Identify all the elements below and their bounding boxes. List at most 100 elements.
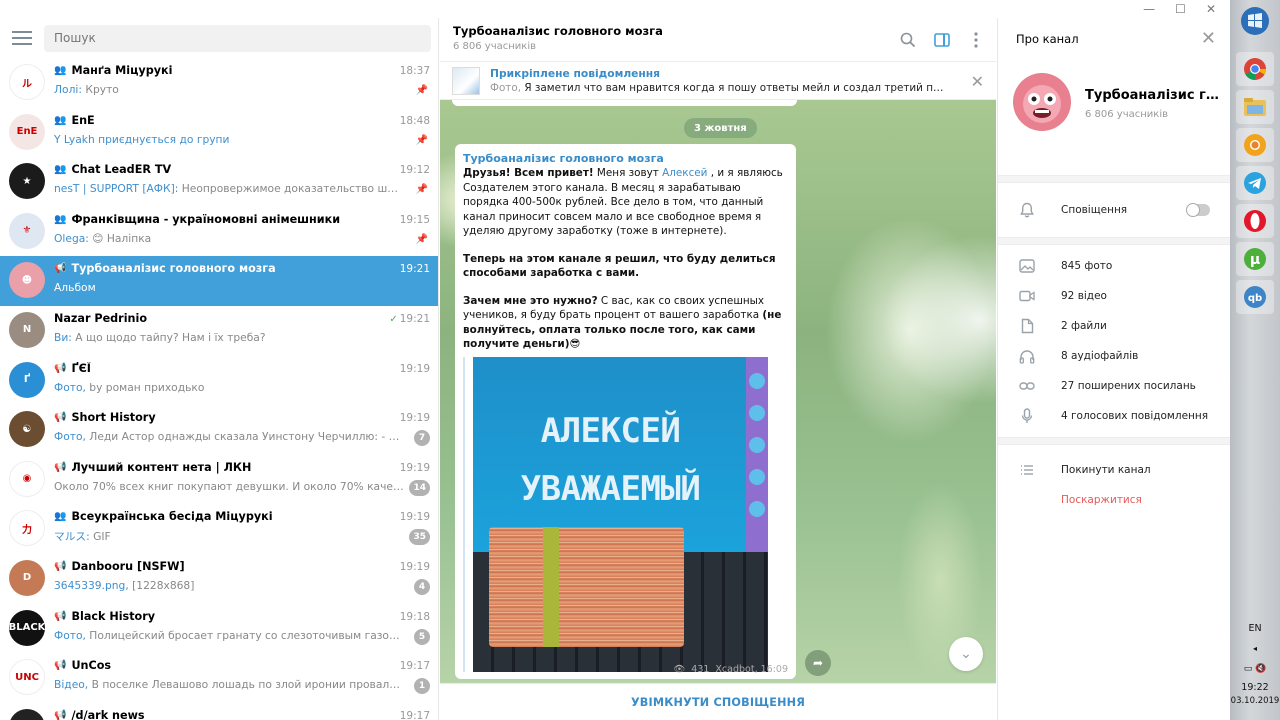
chat-list-item[interactable]: ル 👥 Манґа Міцурукі 18:37 Лолі: Круто 📌 <box>0 58 438 108</box>
message-author[interactable]: Турбоаналізис головного мозга <box>463 152 788 165</box>
chat-title: Всеукраїнська бесіда Міцурукі <box>71 510 273 524</box>
preview-sender: 3645339.png, <box>54 578 129 592</box>
opera-icon[interactable] <box>1236 204 1274 238</box>
chat-title: Манґа Міцурукі <box>71 64 173 77</box>
chat-title: Black History <box>71 609 156 623</box>
shared-photos-row[interactable]: 845 фото <box>998 251 1230 281</box>
clock-date[interactable]: 03.10.2019 <box>1230 696 1280 706</box>
shared-files-row[interactable]: 2 файли <box>998 311 1230 341</box>
chat-list-item[interactable]: EnE 👥 EnE 18:48 Y Lyakh приєднується до груп… <box>0 108 438 158</box>
message-footer: 👁 431 Xcadbot, 16:09 <box>673 664 788 675</box>
chrome-canary-icon[interactable] <box>1236 128 1274 162</box>
chat-list-item[interactable]: N Nazar Pedrinio ✓ 19:21 Ви: А що щодо тайпу… <box>0 306 438 356</box>
notifications-row[interactable]: Сповіщення <box>998 195 1230 225</box>
chat-time-text: 19:21 <box>399 263 430 276</box>
chat-list-item[interactable]: BLACK 📢 Black History 19:18 Фото, Полицейски… <box>0 604 438 654</box>
close-icon[interactable]: ✕ <box>1201 28 1216 49</box>
preview-sender: Фото, <box>54 380 86 394</box>
enable-notifications-button[interactable]: УВІМКНУТИ СПОВІЩЕННЯ <box>440 683 996 720</box>
notifications-toggle[interactable] <box>1186 203 1210 217</box>
language-indicator[interactable]: EN <box>1230 623 1280 634</box>
start-button-icon[interactable] <box>1236 4 1274 38</box>
conversation-header[interactable]: Турбоаналізис головного мозга 6 806 учас… <box>440 18 996 62</box>
qbittorrent-icon[interactable]: qb <box>1236 280 1274 314</box>
maximize-icon[interactable]: ☐ <box>1175 2 1186 16</box>
message-question: Зачем мне это нужно? <box>463 294 598 307</box>
chat-list-item[interactable]: UNC 📢 UnCos 19:17 Відео, В поселке Левашово … <box>0 653 438 703</box>
chat-time-text: 19:19 <box>399 362 430 375</box>
list-icon <box>1018 461 1036 479</box>
avatar-glyph: Ґ <box>23 374 31 386</box>
close-pinned-icon[interactable]: ✕ <box>971 72 984 91</box>
chat-time: 19:17 <box>400 660 430 672</box>
media-label: 2 файли <box>1061 320 1107 332</box>
explorer-icon[interactable] <box>1236 90 1274 124</box>
scroll-down-icon[interactable]: ⌄ <box>949 637 983 671</box>
chat-list-item[interactable]: D 📢 Danbooru [NSFW] 19:19 3645339.png, [1228… <box>0 554 438 604</box>
chat-time-text: 19:18 <box>399 610 430 623</box>
more-options-icon[interactable] <box>966 30 986 50</box>
media-label: 4 голосових повідомлення <box>1061 410 1209 422</box>
group-icon: 👥 <box>54 65 67 76</box>
chat-avatar: D <box>9 559 45 596</box>
message-photo[interactable]: АЛЕКСЕЙ УВАЖАЕМЫЙ <box>473 356 768 672</box>
message-text: Друзья! Всем привет! Меня зовут Алексей … <box>463 166 788 352</box>
chat-list-item[interactable]: ◉ 📢 Лучший контент нета | ЛКН 19:19 Около 70… <box>0 455 438 505</box>
share-icon[interactable]: ➦ <box>805 650 831 676</box>
group-icon: 👥 <box>54 213 67 225</box>
utorrent-icon[interactable]: µ <box>1236 242 1274 276</box>
chat-list-item[interactable]: ☯ 📢 Short History 19:19 Фото, Леди Астор одн… <box>0 405 438 455</box>
minimize-icon[interactable]: — <box>1143 2 1155 16</box>
sidebar-toggle-icon[interactable] <box>932 30 952 50</box>
channel-avatar[interactable] <box>1013 73 1071 131</box>
message-greeting: Друзья! Всем привет! <box>463 167 594 179</box>
chat-list-panel: ル👥Манґа Міцурукі18:37Лолі: Круто📌EnE👥EnE… <box>0 18 439 720</box>
search-icon[interactable] <box>898 30 918 50</box>
telegram-icon[interactable] <box>1236 166 1274 200</box>
shared-links-row[interactable]: 27 поширених посилань <box>998 371 1230 401</box>
chat-preview: Фото, Полицейский бросает гранату со сле… <box>54 629 404 642</box>
leave-channel-row[interactable]: Покинути канал <box>998 455 1230 485</box>
channel-info-panel: Про канал ✕ Турбоаналізис голо... 6 806 … <box>997 18 1230 720</box>
chrome-icon[interactable] <box>1236 52 1274 86</box>
chat-list-item[interactable]: 📢 /d/ark news 19:17 <box>0 703 438 720</box>
divider <box>998 175 1230 183</box>
telegram-icons-column <box>746 356 768 552</box>
channel-icon: 📢 <box>54 263 67 275</box>
shared-audio-row[interactable]: 8 аудіофайлів <box>998 341 1230 371</box>
chat-title: /d/ark news <box>71 708 145 720</box>
chat-title: UnCos <box>71 659 112 673</box>
leave-channel-label: Покинути канал <box>1061 464 1151 476</box>
tray-expand-icon[interactable]: ◂ <box>1230 644 1280 653</box>
search-input[interactable] <box>44 24 431 52</box>
notifications-label: Сповіщення <box>1061 204 1128 216</box>
media-label: 27 поширених посилань <box>1061 380 1196 392</box>
chat-list-item[interactable]: ⚜ 👥 Франківщина - україномовні анімешники 1… <box>0 207 438 257</box>
close-icon[interactable]: ✕ <box>1206 2 1216 16</box>
chat-list-item[interactable]: ☻ 📢 Турбоаналізис головного мозга 19:21 Альб… <box>0 256 438 306</box>
chat-list-header <box>0 18 438 58</box>
chat-name: 👥 Chat LeadER TV <box>54 163 354 176</box>
chat-list-item[interactable]: ★ 👥 Chat LeadER TV 19:12 nesT | SUPPORT [АФК… <box>0 157 438 207</box>
chat-list-item[interactable]: 力 👥 Всеукраїнська бесіда Міцурукі 19:19 マルス:… <box>0 504 438 554</box>
unread-badge: 5 <box>414 628 430 645</box>
avatar-glyph: ◉ <box>22 473 32 485</box>
money-stack <box>489 526 684 647</box>
mention-link[interactable]: Алексей <box>662 167 707 179</box>
chat-title: Франківщина - україномовні анімешники <box>71 212 341 226</box>
preview-text: GIF <box>89 530 111 544</box>
message-bubble[interactable]: Турбоаналізис головного мозга Друзья! Вс… <box>455 144 796 679</box>
avatar-glyph: N <box>22 324 32 336</box>
report-row[interactable]: Поскаржитися <box>998 485 1230 515</box>
shared-voice-row[interactable]: 4 голосових повідомлення <box>998 401 1230 431</box>
chat-list-item[interactable]: Ґ 📢 ҐЄЇ 19:19 Фото, by роман приходько <box>0 356 438 406</box>
clock-time[interactable]: 19:22 <box>1230 682 1280 693</box>
tray-icons[interactable]: ▭ 🔇 <box>1230 664 1280 674</box>
preview-text: Около 70% всех книг покупают девушки. И … <box>54 479 404 493</box>
chat-preview: マルス: GIF <box>54 529 404 544</box>
header-actions <box>898 30 986 50</box>
shared-videos-row[interactable]: 92 відео <box>998 281 1230 311</box>
photo-text-line: УВАЖАЕМЫЙ <box>520 468 701 509</box>
pinned-message-bar[interactable]: Прикріплене повідомлення Фото, Я заметил… <box>440 62 996 100</box>
menu-icon[interactable] <box>12 31 32 45</box>
